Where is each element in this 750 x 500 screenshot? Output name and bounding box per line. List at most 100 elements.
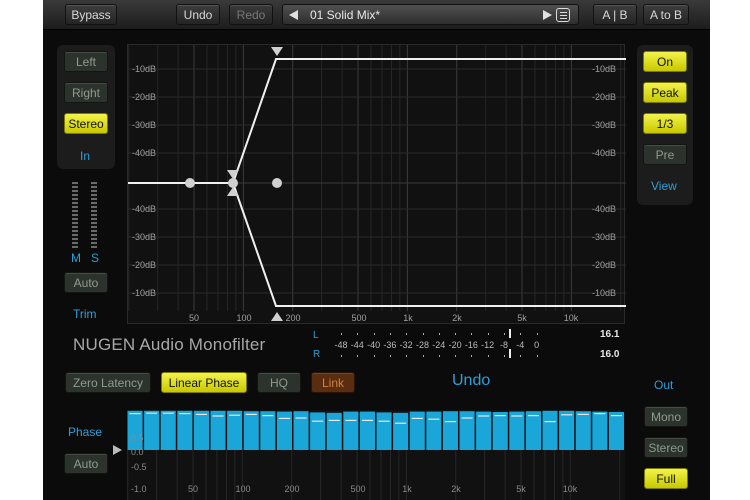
- meter-tick: [406, 355, 408, 357]
- view-on-button[interactable]: On: [643, 51, 687, 72]
- phase-bar: [193, 410, 209, 450]
- meter-scale-label: -16: [464, 340, 478, 350]
- preset-selector[interactable]: 01 Solid Mix*: [282, 4, 579, 25]
- freq-label-10k: 10k: [564, 313, 579, 323]
- phase-correlation-meter: 0.5 0.0 -0.5 -1.0 50 100 200 500 1k 2k 5…: [127, 410, 625, 500]
- meter-left-label: L: [313, 330, 319, 341]
- crossover-lower-handle[interactable]: [227, 187, 239, 196]
- trim-auto-button[interactable]: Auto: [64, 272, 108, 293]
- meter-scale-label: -24: [432, 340, 446, 350]
- slope-bottom-handle[interactable]: [271, 312, 283, 321]
- bypass-button[interactable]: Bypass: [65, 4, 117, 25]
- meter-tick: [455, 333, 457, 335]
- phase-auto-button[interactable]: Auto: [64, 453, 108, 474]
- trim-label: Trim: [73, 307, 97, 321]
- side-label: S: [91, 251, 100, 265]
- undo-link[interactable]: Undo: [452, 372, 490, 390]
- output-full-button[interactable]: Full: [644, 468, 688, 489]
- phase-bar: [559, 410, 575, 450]
- view-panel: On Peak 1/3 Pre View: [637, 45, 693, 205]
- freq-label-50: 50: [189, 313, 199, 323]
- monofilter-plugin: Bypass Undo Redo 01 Solid Mix* A | B A t…: [43, 0, 710, 500]
- meter-scale-label: -4: [516, 340, 525, 350]
- meter-scale-label: -36: [383, 340, 397, 350]
- low-node-handle[interactable]: [185, 178, 195, 188]
- zero-latency-button[interactable]: Zero Latency: [65, 372, 151, 393]
- phase-freq-5k: 5k: [516, 484, 526, 494]
- a-to-b-button[interactable]: A to B: [643, 4, 689, 25]
- high-node-handle[interactable]: [272, 178, 282, 188]
- db-label-left-bottom-3: -10dB: [132, 288, 156, 298]
- phase-bar: [542, 410, 558, 450]
- filter-curve-lower[interactable]: [128, 182, 626, 307]
- side-trim-fader[interactable]: [91, 182, 97, 248]
- phase-bar: [343, 411, 359, 450]
- view-third-octave-button[interactable]: 1/3: [643, 113, 687, 134]
- phase-bar: [177, 410, 193, 450]
- crossover-upper-handle[interactable]: [227, 170, 239, 179]
- phase-bar: [476, 411, 492, 450]
- input-stereo-button[interactable]: Stereo: [64, 113, 108, 134]
- phase-bar: [127, 410, 143, 450]
- hq-button[interactable]: HQ: [257, 372, 301, 393]
- meter-tick: [357, 333, 359, 335]
- left-peak-readout: 16.1: [600, 329, 620, 340]
- meter-tick: [520, 355, 522, 357]
- meter-tick: [341, 355, 342, 357]
- phase-bar: [359, 411, 375, 450]
- meter-scale-label: -20: [448, 340, 462, 350]
- output-mono-button[interactable]: Mono: [644, 406, 688, 427]
- db-label-left-top-1: -20dB: [132, 92, 156, 102]
- meter-tick: [455, 355, 457, 357]
- db-label-right-bottom-0: -40dB: [592, 204, 616, 214]
- phase-bar: [160, 410, 176, 450]
- db-label-right-top-3: -40dB: [592, 148, 616, 158]
- phase-bar: [376, 412, 392, 450]
- phase-bar: [326, 412, 342, 450]
- meter-tick: [373, 355, 375, 357]
- view-pre-button[interactable]: Pre: [643, 144, 687, 165]
- meter-tick: [422, 333, 424, 335]
- filter-graph[interactable]: -10dB -20dB -30dB -40dB -40dB -30dB -20d…: [127, 44, 626, 324]
- meter-tick: [422, 355, 424, 357]
- preset-menu-icon[interactable]: [556, 8, 570, 22]
- mid-label: M: [71, 251, 81, 265]
- ab-toggle-button[interactable]: A | B: [593, 4, 637, 25]
- view-peak-button[interactable]: Peak: [643, 82, 687, 103]
- db-label-right-bottom-2: -20dB: [592, 260, 616, 270]
- phase-bar: [144, 410, 160, 450]
- phase-bar: [276, 411, 292, 450]
- redo-button[interactable]: Redo: [229, 4, 273, 25]
- phase-pointer-icon[interactable]: [113, 445, 122, 455]
- meter-scale-label: -40: [367, 340, 381, 350]
- freq-label-500: 500: [351, 313, 366, 323]
- link-button[interactable]: Link: [311, 372, 355, 393]
- meter-tick: [471, 355, 473, 357]
- phase-bar: [525, 411, 541, 450]
- phase-label: Phase: [68, 425, 103, 439]
- input-left-button[interactable]: Left: [64, 51, 108, 72]
- view-label: View: [651, 179, 677, 193]
- phase-bar: [575, 411, 591, 450]
- db-label-right-top-0: -10dB: [592, 64, 616, 74]
- phase-bar: [509, 411, 525, 450]
- phase-bar: [492, 412, 508, 450]
- linear-phase-button[interactable]: Linear Phase: [161, 372, 247, 393]
- mid-trim-fader[interactable]: [72, 182, 78, 248]
- freq-label-200: 200: [285, 313, 300, 323]
- next-preset-icon[interactable]: [543, 10, 552, 20]
- phase-bar: [459, 411, 475, 450]
- db-label-right-bottom-3: -10dB: [592, 288, 616, 298]
- filter-curve-upper[interactable]: [128, 58, 626, 184]
- meter-scale-label: 0: [534, 340, 540, 350]
- crossover-node-handle[interactable]: [228, 178, 238, 188]
- input-label: In: [80, 149, 91, 163]
- previous-preset-icon[interactable]: [289, 10, 298, 20]
- undo-button[interactable]: Undo: [176, 4, 220, 25]
- phase-freq-2k: 2k: [451, 484, 461, 494]
- output-stereo-button[interactable]: Stereo: [644, 437, 688, 458]
- right-peak-readout: 16.0: [600, 349, 620, 360]
- input-right-button[interactable]: Right: [64, 82, 108, 103]
- phase-scale-3: -1.0: [131, 484, 147, 494]
- slope-top-handle[interactable]: [271, 47, 283, 56]
